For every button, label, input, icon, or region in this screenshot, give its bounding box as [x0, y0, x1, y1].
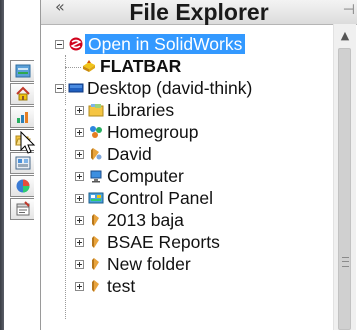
file-explorer-panel: « File Explorer ⊣ Open in SolidWorks FLA…: [40, 0, 357, 330]
tree-node-label: Control Panel: [107, 187, 214, 208]
control-panel-icon: [88, 192, 104, 204]
tree-node-bsae-reports[interactable]: BSAE Reports: [75, 231, 220, 253]
tree-node-homegroup[interactable]: Homegroup: [75, 121, 198, 143]
libraries-icon: [88, 104, 104, 117]
design-library-icon: [15, 64, 30, 78]
resources-tab[interactable]: [10, 106, 34, 128]
folder-icon: [92, 214, 99, 226]
tree-node-label: 2013 baja: [107, 209, 184, 230]
custom-properties-tab[interactable]: [10, 198, 34, 220]
expand-toggle[interactable]: [75, 149, 84, 159]
tree-node-label: New folder: [107, 253, 191, 274]
scroll-up-button[interactable]: ▲: [334, 24, 356, 46]
expand-toggle[interactable]: [75, 237, 84, 247]
house-icon: [15, 86, 30, 101]
tree-node-label: Libraries: [107, 99, 175, 120]
user-folder-icon: [91, 148, 102, 160]
tree-node-label: FLATBAR: [100, 55, 182, 76]
design-library-tab[interactable]: [10, 60, 34, 82]
pin-icon[interactable]: ⊣: [343, 2, 355, 18]
home-tab[interactable]: [10, 83, 34, 105]
scroll-grip-icon: [342, 257, 349, 267]
tree-node-control-panel[interactable]: Control Panel: [75, 187, 213, 209]
expand-toggle[interactable]: [75, 281, 84, 291]
tree-node-test[interactable]: test: [75, 275, 135, 297]
tree-node-label: Open in SolidWorks: [85, 34, 246, 54]
expand-toggle[interactable]: [75, 193, 84, 203]
collapse-toggle[interactable]: [55, 83, 64, 93]
expand-toggle[interactable]: [75, 215, 84, 225]
view-palette-tab[interactable]: [10, 152, 34, 174]
collapse-toggle[interactable]: [55, 39, 64, 49]
resources-icon: [16, 112, 28, 123]
tree-connector: [65, 109, 66, 319]
tree-node-flatbar[interactable]: FLATBAR: [81, 55, 181, 77]
panel-title-bar: « File Explorer ⊣: [41, 0, 357, 25]
tree-node-label: David: [107, 143, 152, 164]
tree-node-david[interactable]: David: [75, 143, 152, 165]
tree-node-new-folder[interactable]: New folder: [75, 253, 191, 275]
expand-toggle[interactable]: [75, 259, 84, 269]
solidworks-icon: [69, 37, 83, 51]
expand-toggle[interactable]: [75, 127, 84, 137]
tree-node-label: Computer: [107, 165, 184, 186]
tree-node-label: test: [107, 275, 136, 296]
tree-node-2013-baja[interactable]: 2013 baja: [75, 209, 184, 231]
appearances-icon: [16, 179, 29, 193]
tree-node-desktop[interactable]: Desktop (david-think): [55, 77, 252, 99]
tree-connector: [65, 67, 81, 68]
tree-node-open-in-solidworks[interactable]: Open in SolidWorks: [55, 33, 246, 55]
tree-node-label: Desktop (david-think): [87, 77, 253, 98]
expand-toggle[interactable]: [75, 105, 84, 115]
tree-node-label: BSAE Reports: [107, 231, 220, 252]
tree-node-libraries[interactable]: Libraries: [75, 99, 174, 121]
desktop-icon: [68, 83, 84, 93]
folder-icon: [92, 236, 99, 248]
file-tree: Open in SolidWorks FLATBAR Desktop (davi…: [41, 24, 335, 330]
computer-icon: [90, 170, 102, 183]
folder-icon: [92, 258, 99, 270]
view-palette-icon: [15, 156, 30, 170]
part-icon: [83, 60, 95, 72]
folder-icon: [92, 280, 99, 292]
homegroup-icon: [90, 126, 102, 138]
expand-toggle[interactable]: [75, 171, 84, 181]
custom-properties-icon: [16, 201, 30, 216]
appearances-tab[interactable]: [10, 175, 34, 197]
scroll-thumb[interactable]: [338, 48, 351, 330]
tree-node-label: Homegroup: [107, 121, 199, 142]
tree-node-computer[interactable]: Computer: [75, 165, 184, 187]
panel-title: File Explorer: [129, 0, 269, 25]
vertical-scrollbar[interactable]: ▲: [333, 24, 356, 330]
mouse-cursor-icon: [20, 131, 36, 154]
